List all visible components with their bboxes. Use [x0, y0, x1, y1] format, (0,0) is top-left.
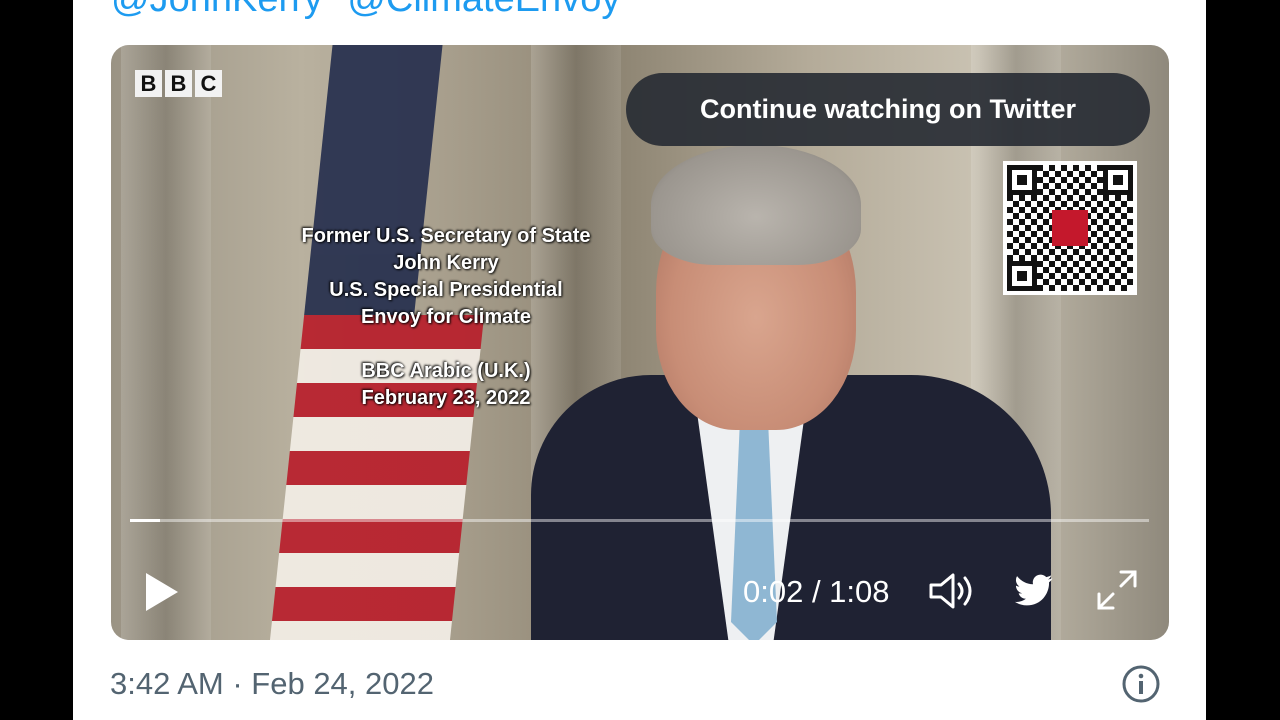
speaker-hair — [651, 145, 861, 265]
twitter-bird-icon[interactable] — [1013, 571, 1055, 609]
play-icon[interactable] — [146, 573, 178, 611]
video-progress-fill — [130, 519, 160, 522]
bbc-logo: B B C — [135, 70, 222, 97]
video-player[interactable]: B B C Former U.S. Secretary of State Joh… — [111, 45, 1169, 640]
continue-watching-button[interactable]: Continue watching on Twitter — [626, 73, 1150, 146]
info-icon[interactable] — [1121, 664, 1161, 704]
mention-link[interactable]: @JohnKerry — [111, 0, 323, 20]
tweet-card: @JohnKerry @ClimateEnvoy B B C Former U.… — [73, 0, 1206, 720]
video-progress-bar[interactable] — [130, 519, 1149, 522]
tweet-mentions: @JohnKerry @ClimateEnvoy — [111, 0, 634, 21]
qr-code-icon — [1003, 161, 1137, 295]
video-controls: 0:02 / 1:08 — [111, 560, 1169, 620]
mention-link[interactable]: @ClimateEnvoy — [347, 0, 620, 20]
volume-icon[interactable] — [927, 570, 977, 612]
tweet-timestamp[interactable]: 3:42 AM · Feb 24, 2022 — [110, 666, 434, 702]
video-time: 0:02 / 1:08 — [743, 574, 890, 609]
background-curtain — [121, 45, 211, 640]
video-caption: Former U.S. Secretary of State John Kerr… — [301, 225, 591, 409]
fullscreen-icon[interactable] — [1095, 568, 1139, 612]
